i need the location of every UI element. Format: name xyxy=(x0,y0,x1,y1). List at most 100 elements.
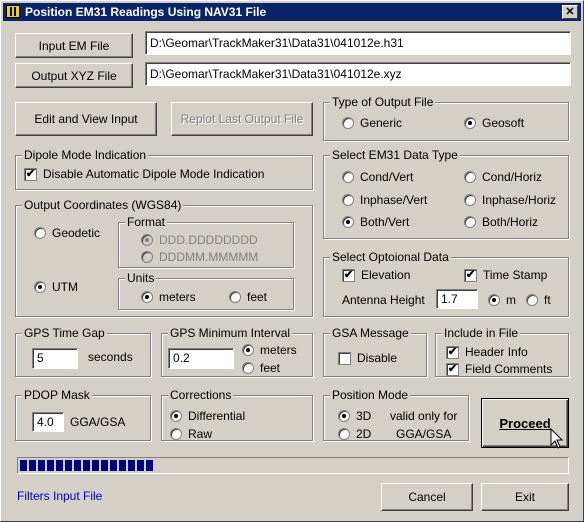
valid-only-note: valid only for xyxy=(390,409,458,423)
include-in-file-legend: Include in File xyxy=(442,326,521,340)
inphase-horiz-radio[interactable]: Inphase/Horiz xyxy=(464,193,556,207)
units-group: Units meters feet xyxy=(118,271,294,310)
input-em-file-button[interactable]: Input EM File xyxy=(15,33,133,58)
exit-button[interactable]: Exit xyxy=(481,483,569,511)
radio-icon xyxy=(342,216,354,228)
gga-gsa-note: GGA/GSA xyxy=(396,427,452,441)
output-xyz-file-button[interactable]: Output XYZ File xyxy=(15,63,133,88)
checkmark-icon: ✔ xyxy=(446,345,459,359)
output-geosoft-radio[interactable]: Geosoft xyxy=(464,116,524,130)
status-text: Filters Input File xyxy=(17,489,103,503)
mode-2d-radio[interactable]: 2D xyxy=(338,427,371,441)
pdop-unit-label: GGA/GSA xyxy=(70,415,126,429)
radio-icon xyxy=(464,117,476,129)
app-icon xyxy=(6,5,20,18)
type-of-output-legend: Type of Output File xyxy=(330,95,436,109)
output-generic-label: Generic xyxy=(360,116,403,130)
antenna-ft-radio[interactable]: ft xyxy=(526,293,551,307)
output-coordinates-group: Output Coordinates (WGS84) Geodetic UTM … xyxy=(15,198,313,317)
interval-meters-label: meters xyxy=(260,343,297,357)
disable-dipole-checkbox[interactable]: ✔ Disable Automatic Dipole Mode Indicatio… xyxy=(24,167,264,181)
mouse-cursor-icon xyxy=(550,428,564,449)
header-info-label: Header Info xyxy=(465,345,528,359)
input-em-file-path[interactable]: D:\Geomar\TrackMaker31\Data31\041012e.h3… xyxy=(145,31,571,55)
cond-vert-radio[interactable]: Cond/Vert xyxy=(342,170,413,184)
main-window: Position EM31 Readings Using NAV31 File … xyxy=(0,0,584,522)
radio-icon xyxy=(526,294,538,306)
interval-feet-label: feet xyxy=(260,361,281,375)
cancel-button[interactable]: Cancel xyxy=(381,483,473,511)
gps-min-interval-group: GPS Minimum Interval 0.2 meters feet xyxy=(161,326,313,377)
radio-icon xyxy=(34,227,46,239)
units-feet-radio[interactable]: feet xyxy=(229,290,267,304)
antenna-height-label: Antenna Height xyxy=(342,293,425,307)
disable-dipole-label: Disable Automatic Dipole Mode Indication xyxy=(43,167,265,181)
mode-3d-radio[interactable]: 3D xyxy=(338,409,371,423)
format-group: Format DDD.DDDDDDDD DDDMM.MMMMM xyxy=(118,215,294,268)
cond-horiz-radio[interactable]: Cond/Horiz xyxy=(464,170,542,184)
gsa-message-legend: GSA Message xyxy=(330,326,411,340)
corrections-group: Corrections Differential Raw xyxy=(161,388,313,441)
time-stamp-checkbox[interactable]: ✔ Time Stamp xyxy=(464,268,547,282)
inphase-vert-radio[interactable]: Inphase/Vert xyxy=(342,193,427,207)
progress-fill xyxy=(20,460,155,471)
units-legend: Units xyxy=(125,271,157,285)
checkmark-icon: ✔ xyxy=(24,167,37,181)
interval-meters-radio[interactable]: meters xyxy=(242,343,297,357)
cond-vert-label: Cond/Vert xyxy=(360,170,414,184)
radio-icon xyxy=(342,171,354,183)
dipole-mode-group: Dipole Mode Indication ✔ Disable Automati… xyxy=(15,148,313,190)
gsa-disable-checkbox[interactable]: Disable xyxy=(338,351,397,365)
units-meters-radio[interactable]: meters xyxy=(141,290,196,304)
radio-icon xyxy=(342,117,354,129)
cond-horiz-label: Cond/Horiz xyxy=(482,170,543,184)
both-vert-label: Both/Vert xyxy=(360,215,410,229)
antenna-m-radio[interactable]: m xyxy=(488,293,516,307)
gps-time-gap-group: GPS Time Gap 5 seconds xyxy=(15,326,151,377)
format-ddd-radio[interactable]: DDD.DDDDDDDD xyxy=(141,233,258,247)
radio-icon xyxy=(141,291,153,303)
inphase-horiz-label: Inphase/Horiz xyxy=(482,193,557,207)
both-horiz-radio[interactable]: Both/Horiz xyxy=(464,215,538,229)
gps-time-gap-input[interactable]: 5 xyxy=(32,348,78,369)
geodetic-radio[interactable]: Geodetic xyxy=(34,226,100,240)
proceed-label: Proceed xyxy=(499,415,551,431)
radio-icon xyxy=(342,194,354,206)
gps-time-gap-legend: GPS Time Gap xyxy=(22,326,107,340)
radio-icon xyxy=(34,281,46,293)
edit-view-input-button[interactable]: Edit and View Input xyxy=(15,102,157,136)
radio-icon xyxy=(229,291,241,303)
dipole-mode-legend: Dipole Mode Indication xyxy=(22,148,149,162)
corrections-legend: Corrections xyxy=(168,388,234,402)
checkmark-icon: ✔ xyxy=(342,268,355,282)
utm-radio[interactable]: UTM xyxy=(34,280,78,294)
elevation-checkbox[interactable]: ✔ Elevation xyxy=(342,268,410,282)
output-xyz-file-path[interactable]: D:\Geomar\TrackMaker31\Data31\041012e.xy… xyxy=(145,62,571,86)
format-ddd-label: DDD.DDDDDDDD xyxy=(159,233,258,247)
pdop-mask-group: PDOP Mask 4.0 GGA/GSA xyxy=(15,388,151,441)
units-feet-label: feet xyxy=(247,290,268,304)
pdop-mask-input[interactable]: 4.0 xyxy=(32,412,64,432)
differential-radio[interactable]: Differential xyxy=(170,409,245,423)
replot-last-output-button[interactable]: Replot Last Output File xyxy=(171,102,313,136)
interval-feet-radio[interactable]: feet xyxy=(242,361,280,375)
gps-min-interval-input[interactable]: 0.2 xyxy=(168,348,234,369)
field-comments-checkbox[interactable]: ✔ Field Comments xyxy=(446,362,552,376)
format-dddmm-radio[interactable]: DDDMM.MMMMM xyxy=(141,250,258,264)
radio-icon xyxy=(141,234,153,246)
header-info-checkbox[interactable]: ✔ Header Info xyxy=(446,345,528,359)
output-generic-radio[interactable]: Generic xyxy=(342,116,402,130)
raw-radio[interactable]: Raw xyxy=(170,427,212,441)
radio-icon xyxy=(464,194,476,206)
edit-view-input-label: Edit and View Input xyxy=(34,112,138,126)
radio-icon xyxy=(141,251,153,263)
data-type-group: Select EM31 Data Type Cond/Vert Cond/Hor… xyxy=(323,148,569,239)
antenna-m-label: m xyxy=(506,293,516,307)
radio-icon xyxy=(242,344,254,356)
input-em-file-label: Input EM File xyxy=(38,38,110,53)
close-icon[interactable]: ✕ xyxy=(562,5,578,19)
both-vert-radio[interactable]: Both/Vert xyxy=(342,215,409,229)
mode-2d-label: 2D xyxy=(356,427,372,441)
antenna-height-input[interactable]: 1.7 xyxy=(436,289,478,309)
radio-icon xyxy=(338,410,350,422)
